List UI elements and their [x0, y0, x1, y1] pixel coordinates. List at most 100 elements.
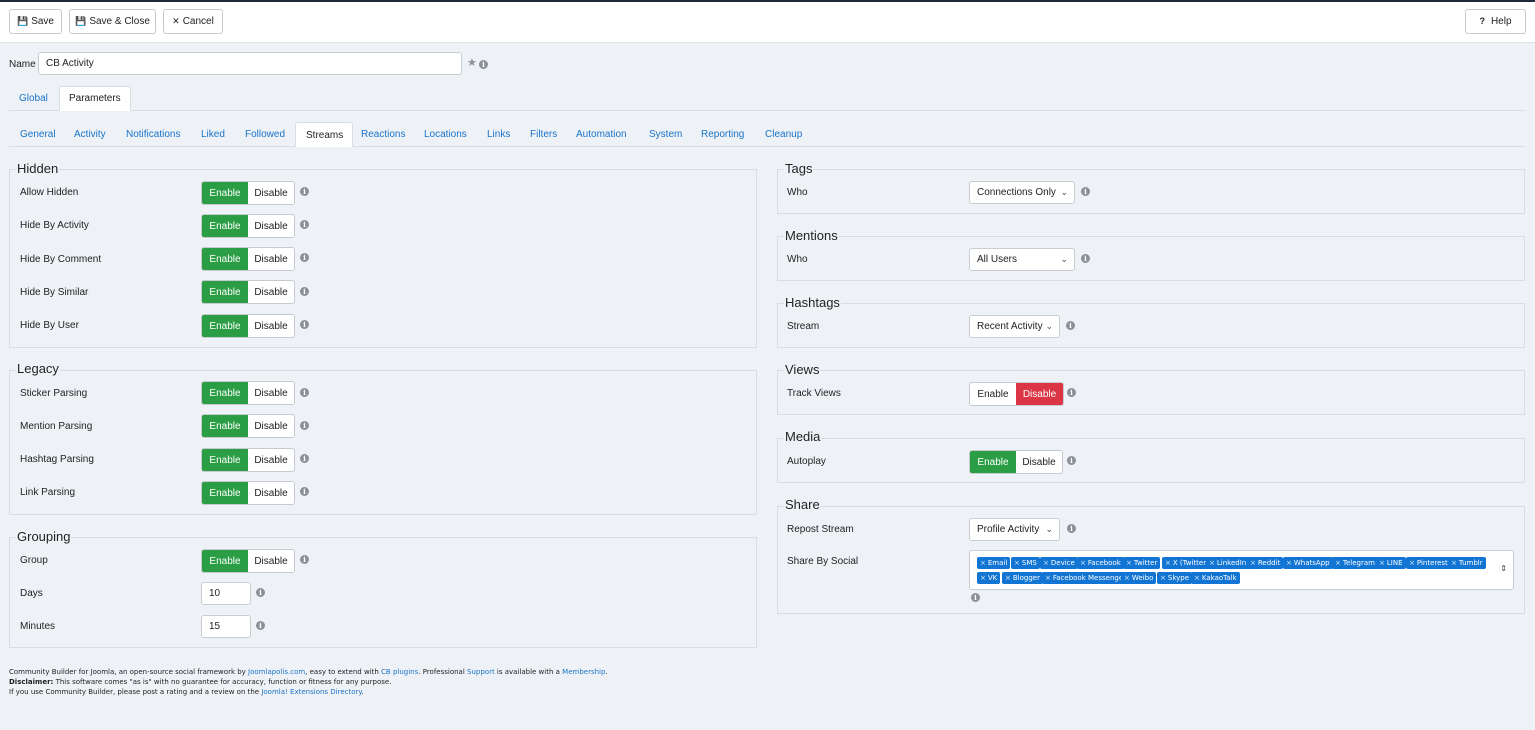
remove-icon[interactable]: × [1409, 559, 1415, 567]
disable-option[interactable]: Disable [248, 382, 294, 404]
social-chip[interactable]: × Tumblr [1448, 557, 1486, 569]
remove-icon[interactable]: × [1005, 574, 1011, 582]
share-by-social-select[interactable]: × Email × SMS × Device × Facebook × Twitter ×… [969, 550, 1514, 590]
enable-option[interactable]: Enable [202, 281, 248, 303]
social-chip[interactable]: × LinkedIn [1206, 557, 1250, 569]
disable-option[interactable]: Disable [248, 215, 294, 237]
enable-option[interactable]: Enable [202, 550, 248, 572]
social-chip[interactable]: × Email [977, 557, 1011, 569]
enable-option[interactable]: Enable [202, 482, 248, 504]
sticker-parsing-toggle[interactable]: Enable Disable [201, 381, 295, 405]
tab-locations[interactable]: Locations [424, 129, 467, 140]
remove-icon[interactable]: × [980, 559, 986, 567]
info-icon[interactable]: i [300, 555, 309, 564]
joomlapolis-link[interactable]: Joomlapolis.com [248, 668, 305, 676]
cancel-button[interactable]: ✕ Cancel [163, 9, 223, 34]
remove-icon[interactable]: × [1160, 574, 1166, 582]
info-icon[interactable]: i [300, 421, 309, 430]
tab-notifications[interactable]: Notifications [126, 129, 180, 140]
info-icon[interactable]: i [1066, 321, 1075, 330]
remove-icon[interactable]: × [1080, 559, 1086, 567]
remove-icon[interactable]: × [1045, 574, 1051, 582]
enable-option[interactable]: Enable [202, 315, 248, 337]
social-chip[interactable]: × VK [977, 572, 1001, 584]
disable-option[interactable]: Disable [248, 415, 294, 437]
remove-icon[interactable]: × [980, 574, 986, 582]
jed-link[interactable]: Joomla! Extensions Directory [261, 688, 361, 696]
remove-icon[interactable]: × [1451, 559, 1457, 567]
info-icon[interactable]: i [300, 320, 309, 329]
social-chip[interactable]: × Twitter [1123, 557, 1161, 569]
remove-icon[interactable]: × [1250, 559, 1256, 567]
tab-streams[interactable]: Streams [295, 122, 354, 147]
social-chip[interactable]: × WhatsApp [1283, 557, 1333, 569]
track-views-toggle[interactable]: Enable Disable [969, 382, 1064, 406]
remove-icon[interactable]: × [1043, 559, 1049, 567]
tab-links[interactable]: Links [487, 129, 510, 140]
save-close-button[interactable]: 💾 Save & Close [69, 9, 156, 34]
social-chip[interactable]: × Telegram [1332, 557, 1378, 569]
social-chip[interactable]: × LINE [1376, 557, 1406, 569]
remove-icon[interactable]: × [1126, 559, 1132, 567]
mentions-who-select[interactable]: All Users ⌄ [969, 248, 1075, 271]
info-icon[interactable]: i [300, 287, 309, 296]
enable-option[interactable]: Enable [970, 451, 1016, 473]
disable-option[interactable]: Disable [248, 182, 294, 204]
tab-global[interactable]: Global [19, 93, 48, 104]
tab-automation[interactable]: Automation [576, 129, 627, 140]
info-icon[interactable]: i [300, 454, 309, 463]
hashtag-parsing-toggle[interactable]: Enable Disable [201, 448, 295, 472]
help-button[interactable]: ? Help [1465, 9, 1526, 34]
mention-parsing-toggle[interactable]: Enable Disable [201, 414, 295, 438]
disable-option[interactable]: Disable [248, 449, 294, 471]
link-parsing-toggle[interactable]: Enable Disable [201, 481, 295, 505]
tags-who-select[interactable]: Connections Only ⌄ [969, 181, 1075, 204]
remove-icon[interactable]: × [1165, 559, 1171, 567]
enable-option[interactable]: Enable [202, 382, 248, 404]
info-icon[interactable]: i [256, 621, 265, 630]
social-chip[interactable]: × Reddit [1247, 557, 1284, 569]
remove-icon[interactable]: × [1286, 559, 1292, 567]
disable-option[interactable]: Disable [248, 315, 294, 337]
info-icon[interactable]: i [300, 487, 309, 496]
star-icon[interactable]: ★ [467, 58, 477, 69]
info-icon[interactable]: i [971, 593, 980, 602]
social-chip[interactable]: × SMS [1011, 557, 1040, 569]
social-chip[interactable]: × Facebook Messenger [1042, 572, 1130, 584]
info-icon[interactable]: i [300, 220, 309, 229]
info-icon[interactable]: i [300, 253, 309, 262]
disable-option[interactable]: Disable [248, 550, 294, 572]
cb-plugins-link[interactable]: CB plugins [381, 668, 418, 676]
remove-icon[interactable]: × [1209, 559, 1215, 567]
remove-icon[interactable]: × [1194, 574, 1200, 582]
tab-reporting[interactable]: Reporting [701, 129, 744, 140]
social-chip[interactable]: × Facebook [1077, 557, 1124, 569]
info-icon[interactable]: i [300, 187, 309, 196]
disable-option[interactable]: Disable [248, 248, 294, 270]
tab-activity[interactable]: Activity [74, 129, 106, 140]
tab-cleanup[interactable]: Cleanup [765, 129, 802, 140]
group-toggle[interactable]: Enable Disable [201, 549, 295, 573]
social-chip[interactable]: × Blogger [1002, 572, 1043, 584]
remove-icon[interactable]: × [1379, 559, 1385, 567]
days-input[interactable]: 10 [201, 582, 251, 605]
info-icon[interactable]: i [1081, 254, 1090, 263]
enable-option[interactable]: Enable [202, 215, 248, 237]
tab-filters[interactable]: Filters [530, 129, 557, 140]
tab-followed[interactable]: Followed [245, 129, 285, 140]
tab-reactions[interactable]: Reactions [361, 129, 405, 140]
social-chip[interactable]: × KakaoTalk [1191, 572, 1240, 584]
enable-option[interactable]: Enable [202, 182, 248, 204]
allow-hidden-toggle[interactable]: Enable Disable [201, 181, 295, 205]
minutes-input[interactable]: 15 [201, 615, 251, 638]
tab-parameters[interactable]: Parameters [59, 86, 131, 111]
info-icon[interactable]: i [479, 60, 488, 69]
info-icon[interactable]: i [1081, 187, 1090, 196]
disable-option[interactable]: Disable [248, 482, 294, 504]
hashtags-stream-select[interactable]: Recent Activity ⌄ [969, 315, 1060, 338]
disable-option[interactable]: Disable [248, 281, 294, 303]
name-input[interactable]: CB Activity [38, 52, 462, 75]
social-chip[interactable]: × X (Twitter) [1162, 557, 1212, 569]
enable-option[interactable]: Enable [202, 248, 248, 270]
info-icon[interactable]: i [256, 588, 265, 597]
